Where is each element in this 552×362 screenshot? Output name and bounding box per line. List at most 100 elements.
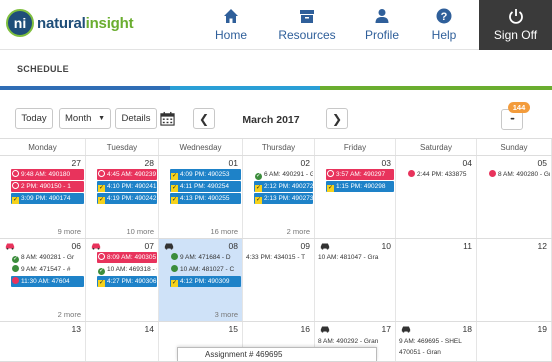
calendar-day[interactable]: 07 8:09 AM: 490305 ✓ 10 AM: 469318 - C ✓ 4:27… <box>86 239 159 321</box>
calendar-day[interactable]: 04 2:44 PM: 433875 <box>396 156 477 238</box>
view-select[interactable]: Month ▼ <box>59 108 111 129</box>
day-number: 14 <box>144 324 154 334</box>
calendar-day[interactable]: 10 10 AM: 481047 - Gra <box>315 239 396 321</box>
calendar-icon[interactable] <box>160 111 175 126</box>
calendar-event[interactable]: 10 AM: 481047 - Gra <box>317 252 394 263</box>
calendar-event[interactable]: ✓ 8 AM: 490281 - Gr <box>11 252 84 263</box>
logo[interactable]: ni naturalinsight <box>6 9 134 37</box>
calendar-event[interactable]: ✓ 6 AM: 490291 - Gr <box>254 169 313 180</box>
prev-month-button[interactable]: ❮ <box>193 108 215 129</box>
calendar-event[interactable]: ✓ 4:19 PM: 490242 <box>97 193 157 204</box>
day-number: 28 <box>144 158 154 168</box>
calendar-event[interactable]: 4:33 PM: 434015 - T <box>245 252 313 263</box>
nav-signoff[interactable]: Sign Off <box>479 0 552 50</box>
calendar-event[interactable]: 10 AM: 481027 - C <box>170 264 241 275</box>
today-button[interactable]: Today <box>15 108 53 129</box>
calendar-event[interactable]: ✓ 4:27 PM: 490306 <box>97 276 157 287</box>
calendar-event[interactable]: ✓ 3:09 PM: 490174 <box>11 193 84 204</box>
more-events-link[interactable]: 2 more <box>58 310 81 319</box>
calendar-day[interactable]: 19 <box>477 322 552 361</box>
calendar-event[interactable]: 9 AM: 469695 - SHEL <box>398 336 475 347</box>
more-events-link[interactable]: 3 more <box>215 310 238 319</box>
more-events-link[interactable]: 2 more <box>287 227 310 236</box>
weekday-sunday: Sunday <box>477 139 552 155</box>
calendar-event[interactable]: 3:57 AM: 490297 <box>326 169 394 180</box>
event-text: 4:09 PM: 490253 <box>180 171 230 178</box>
nav-help-label: Help <box>431 28 457 42</box>
calendar-event[interactable]: 9 AM: 471547 - # <box>11 264 84 275</box>
calendar-day[interactable]: 05 8 AM: 490280 - Gr <box>477 156 552 238</box>
calendar-event[interactable]: ✓ 10 AM: 469318 - C <box>97 264 157 275</box>
nav-resources[interactable]: Resources <box>276 0 338 50</box>
calendar-event[interactable]: 8:09 AM: 490305 <box>97 252 157 263</box>
calendar-event[interactable]: ✓ 4:11 PM: 490254 <box>170 181 241 192</box>
checkbox-checked-icon: ✓ <box>171 173 178 180</box>
assignment-tooltip: Assignment # 469695 <box>177 347 377 361</box>
calendar-event[interactable]: 2 PM: 490150 - 1 <box>11 181 84 192</box>
calendar-event[interactable]: 9 AM: 471684 - D <box>170 252 241 263</box>
calendar-event[interactable]: 8 AM: 490280 - Gr <box>488 169 550 180</box>
calendar-day[interactable]: 18 9 AM: 469695 - SHEL 470051 - Gran <box>396 322 477 361</box>
calendar-event[interactable]: 470051 - Gran <box>398 347 475 358</box>
calendar-event[interactable]: 11:30 AM: 47604 <box>11 276 84 287</box>
checkbox-checked-icon: ✓ <box>171 185 178 192</box>
calendar-day[interactable]: 27 9:48 AM: 490180 2 PM: 490150 - 1 ✓ 3:09 P… <box>0 156 86 238</box>
nav-home[interactable]: Home <box>208 0 254 50</box>
calendar-day[interactable]: 06 ✓ 8 AM: 490281 - Gr 9 AM: 471547 - #11:3… <box>0 239 86 321</box>
event-text: 2:12 PM: 490272 <box>264 183 313 190</box>
calendar-event[interactable]: 8 AM: 490292 - Gran <box>317 336 394 347</box>
event-text: 9:48 AM: 490180 <box>21 171 71 178</box>
calendar-day[interactable]: 14 <box>86 322 159 361</box>
details-button[interactable]: Details <box>115 108 157 129</box>
calendar-day[interactable]: 08 9 AM: 471684 - D 10 AM: 481027 - C ✓ 4:12… <box>159 239 243 321</box>
calendar-day[interactable]: 03 3:57 AM: 490297 ✓ 1:15 PM: 490298 <box>315 156 396 238</box>
day-number: 01 <box>228 158 238 168</box>
calendar-day[interactable]: 12 <box>477 239 552 321</box>
event-text: 3:57 AM: 490297 <box>336 171 386 178</box>
calendar-event[interactable]: 9:48 AM: 490180 <box>11 169 84 180</box>
car-icon <box>320 326 330 333</box>
event-text: 4:12 PM: 490309 <box>180 278 230 285</box>
status-dot-icon <box>98 253 105 260</box>
calendar-event[interactable]: 2:44 PM: 433875 <box>407 169 475 180</box>
more-events-link[interactable]: 16 more <box>210 227 238 236</box>
calendar-day[interactable]: 01 ✓ 4:09 PM: 490253 ✓ 4:11 PM: 490254 ✓ 4:13 … <box>159 156 243 238</box>
calendar-day[interactable]: 02 ✓ 6 AM: 490291 - Gr ✓ 2:12 PM: 490272 ✓ 2:1… <box>243 156 315 238</box>
more-events-link[interactable]: 9 more <box>58 227 81 236</box>
calendar-toolbar: Today Month ▼ Details ❮ March 2017 ❯ ••• <box>0 100 552 140</box>
next-month-button[interactable]: ❯ <box>326 108 348 129</box>
more-events-link[interactable]: 10 more <box>126 227 154 236</box>
event-text: 8 AM: 490292 - Gran <box>318 338 379 345</box>
calendar-day[interactable]: 28 4:45 AM: 490239 ✓ 4:10 PM: 490241 ✓ 4:19 P… <box>86 156 159 238</box>
calendar-event[interactable]: 4:45 AM: 490239 <box>97 169 157 180</box>
checkbox-checked-icon: ✓ <box>171 197 178 204</box>
car-icon <box>5 243 15 250</box>
calendar-week: 27 9:48 AM: 490180 2 PM: 490150 - 1 ✓ 3:09 P… <box>0 156 552 239</box>
calendar-event[interactable]: ✓ 4:10 PM: 490241 <box>97 181 157 192</box>
calendar-event[interactable]: ✓ 4:09 PM: 490253 <box>170 169 241 180</box>
nav-help[interactable]: ? Help <box>424 0 464 50</box>
nav-profile-label: Profile <box>364 28 399 42</box>
check-circle-icon: ✓ <box>98 268 105 275</box>
calendar-day[interactable]: 13 <box>0 322 86 361</box>
event-text: 4:13 PM: 490255 <box>180 195 230 202</box>
nav-profile[interactable]: Profile <box>360 0 404 50</box>
checkbox-checked-icon: ✓ <box>255 185 262 192</box>
calendar-day[interactable]: 11 <box>396 239 477 321</box>
event-text: 4:27 PM: 490306 <box>107 278 157 285</box>
day-number: 07 <box>144 241 154 251</box>
event-text: 11:30 AM: 47604 <box>21 278 70 285</box>
calendar-event[interactable]: ✓ 4:13 PM: 490255 <box>170 193 241 204</box>
nav-resources-label: Resources <box>278 28 336 42</box>
status-dot-icon <box>327 170 334 177</box>
weekday-wednesday: Wednesday <box>159 139 243 155</box>
event-text: 2:13 PM: 490273 <box>264 195 313 202</box>
calendar-day[interactable]: 09 4:33 PM: 434015 - T <box>243 239 315 321</box>
weekday-tuesday: Tuesday <box>86 139 159 155</box>
calendar-event[interactable]: ✓ 4:12 PM: 490309 <box>170 276 241 287</box>
calendar-event[interactable]: ✓ 2:13 PM: 490273 <box>254 193 313 204</box>
day-number: 15 <box>228 324 238 334</box>
calendar-event[interactable]: ✓ 2:12 PM: 490272 <box>254 181 313 192</box>
ellipsis-icon: ••• <box>510 116 514 123</box>
calendar-event[interactable]: ✓ 1:15 PM: 490298 <box>326 181 394 192</box>
